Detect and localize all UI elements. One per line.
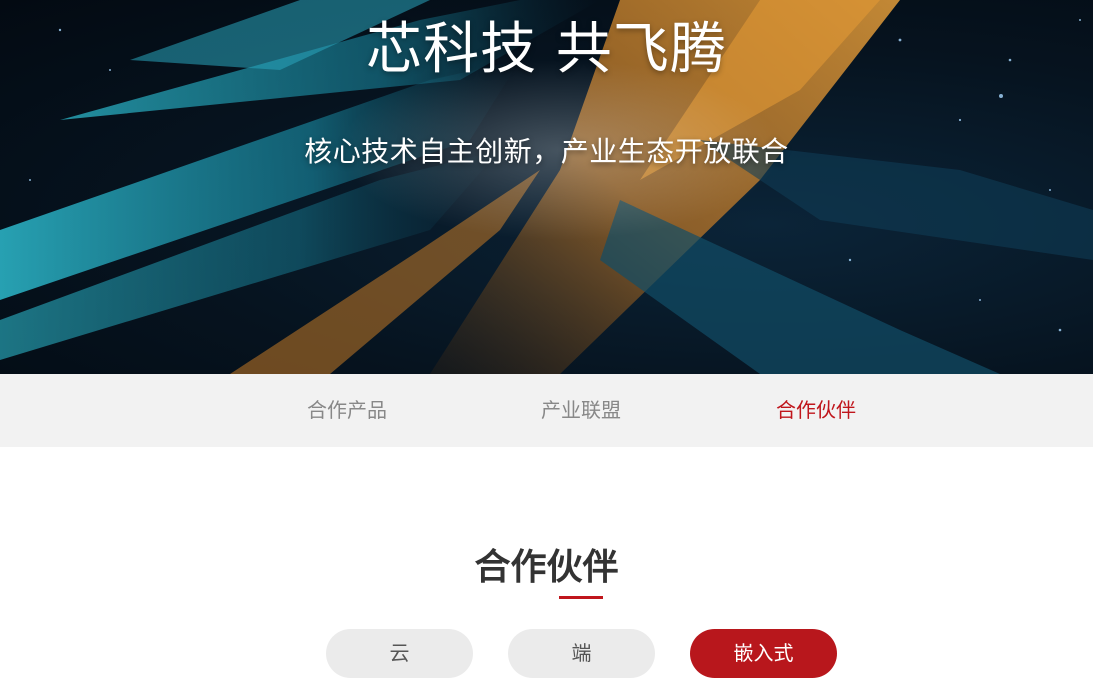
- filter-cloud-button[interactable]: 云: [326, 629, 473, 678]
- tab-bar: 合作产品 产业联盟 合作伙伴: [0, 374, 1093, 447]
- tab-industry-alliance[interactable]: 产业联盟: [501, 374, 661, 447]
- hero-title: 芯科技 共飞腾: [366, 17, 727, 82]
- hero-banner: 芯科技 共飞腾 核心技术自主创新，产业生态开放联合: [0, 0, 1093, 374]
- filter-terminal-button[interactable]: 端: [508, 629, 655, 678]
- section-title: 合作伙伴: [474, 547, 619, 588]
- section-title-underline: [559, 596, 603, 599]
- hero-subtitle: 核心技术自主创新，产业生态开放联合: [304, 135, 789, 168]
- filter-embedded-button[interactable]: 嵌入式: [690, 629, 837, 678]
- tab-cooperative-products[interactable]: 合作产品: [267, 374, 427, 447]
- tab-partners[interactable]: 合作伙伴: [736, 374, 896, 447]
- page: 芯科技 共飞腾 核心技术自主创新，产业生态开放联合 合作产品 产业联盟 合作伙伴…: [0, 0, 1093, 693]
